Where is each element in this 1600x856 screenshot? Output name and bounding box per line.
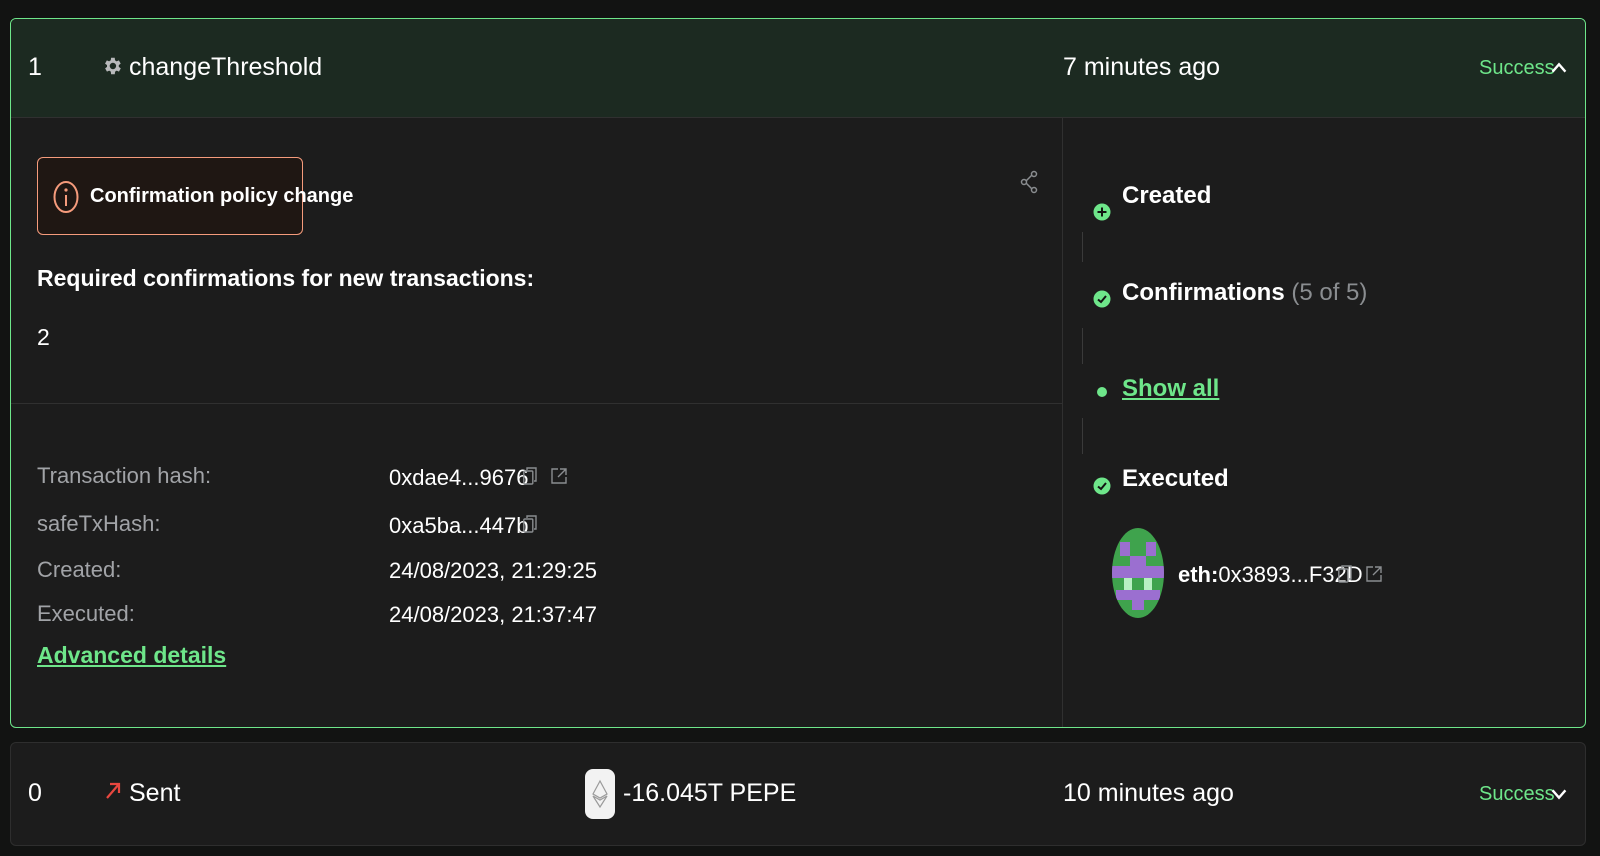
tx-hash-value: 0xdae4...9676 [389, 465, 529, 490]
chevron-up-icon[interactable] [1548, 57, 1570, 79]
policy-change-alert: Confirmation policy change [37, 157, 353, 235]
timeline-connector [1082, 232, 1083, 262]
executor-address: eth:0x3893...F32D [1178, 562, 1363, 588]
tx-details-panel: Confirmation policy change Required conf… [11, 117, 1063, 727]
safe-tx-hash-label: safeTxHash: [37, 511, 161, 536]
alert-text: Confirmation policy change [90, 185, 354, 207]
ethereum-icon [585, 769, 615, 819]
required-confirmations-title: Required confirmations for new transacti… [37, 265, 535, 291]
tx-hash-label: Transaction hash: [37, 463, 212, 488]
share-icon[interactable] [1019, 169, 1039, 195]
created-value: 24/08/2023, 21:29:25 [389, 558, 597, 583]
confirmations-count: (5 of 5) [1291, 279, 1368, 306]
executor-avatar [1112, 528, 1164, 618]
executed-label: Executed: [37, 601, 135, 626]
chevron-down-icon[interactable] [1548, 783, 1570, 805]
external-link-icon[interactable] [1366, 566, 1382, 582]
created-label: Created: [37, 557, 122, 582]
step-confirmations: Confirmations (5 of 5) [1122, 279, 1367, 307]
tx-nonce: 1 [28, 53, 42, 81]
tx-amount: -16.045T PEPE [623, 779, 797, 807]
check-circle-icon [1093, 290, 1111, 308]
arrow-up-right-icon [106, 782, 121, 799]
details-divider [11, 403, 1062, 404]
tx-status: Success [1479, 783, 1555, 805]
timeline-connector [1082, 418, 1083, 454]
gear-icon [105, 57, 121, 75]
dot-icon [1097, 387, 1107, 397]
step-confirmations-label: Confirmations [1122, 279, 1285, 306]
chain-prefix: eth: [1178, 562, 1219, 587]
tx-time: 10 minutes ago [1063, 779, 1234, 807]
required-confirmations-value: 2 [37, 324, 50, 350]
safe-tx-hash-value: 0xa5ba...447b [389, 513, 529, 538]
copy-icon[interactable] [523, 467, 537, 485]
transaction-summary-header[interactable]: 1 changeThreshold 7 minutes ago Success [11, 19, 1585, 118]
step-created: Created [1122, 182, 1212, 209]
copy-icon[interactable] [1338, 565, 1352, 583]
transaction-card-expanded: 1 changeThreshold 7 minutes ago Success … [10, 18, 1586, 728]
tx-type-label: changeThreshold [129, 53, 323, 81]
advanced-details-link[interactable]: Advanced details [37, 642, 226, 669]
transaction-row-collapsed[interactable]: 0 Sent -16.045T PEPE 10 minutes ago Succ… [10, 742, 1586, 846]
executed-value: 24/08/2023, 21:37:47 [389, 602, 597, 627]
copy-icon[interactable] [523, 515, 537, 533]
tx-status: Success [1479, 57, 1555, 79]
show-all-link[interactable]: Show all [1122, 375, 1219, 403]
timeline-connector [1082, 328, 1083, 364]
info-icon [53, 181, 79, 213]
tx-time: 7 minutes ago [1063, 53, 1221, 81]
external-link-icon[interactable] [551, 468, 567, 484]
plus-circle-icon [1093, 203, 1111, 221]
tx-type-label: Sent [129, 779, 181, 807]
check-circle-icon [1093, 477, 1111, 495]
step-executed: Executed [1122, 465, 1229, 492]
tx-nonce: 0 [28, 779, 42, 807]
